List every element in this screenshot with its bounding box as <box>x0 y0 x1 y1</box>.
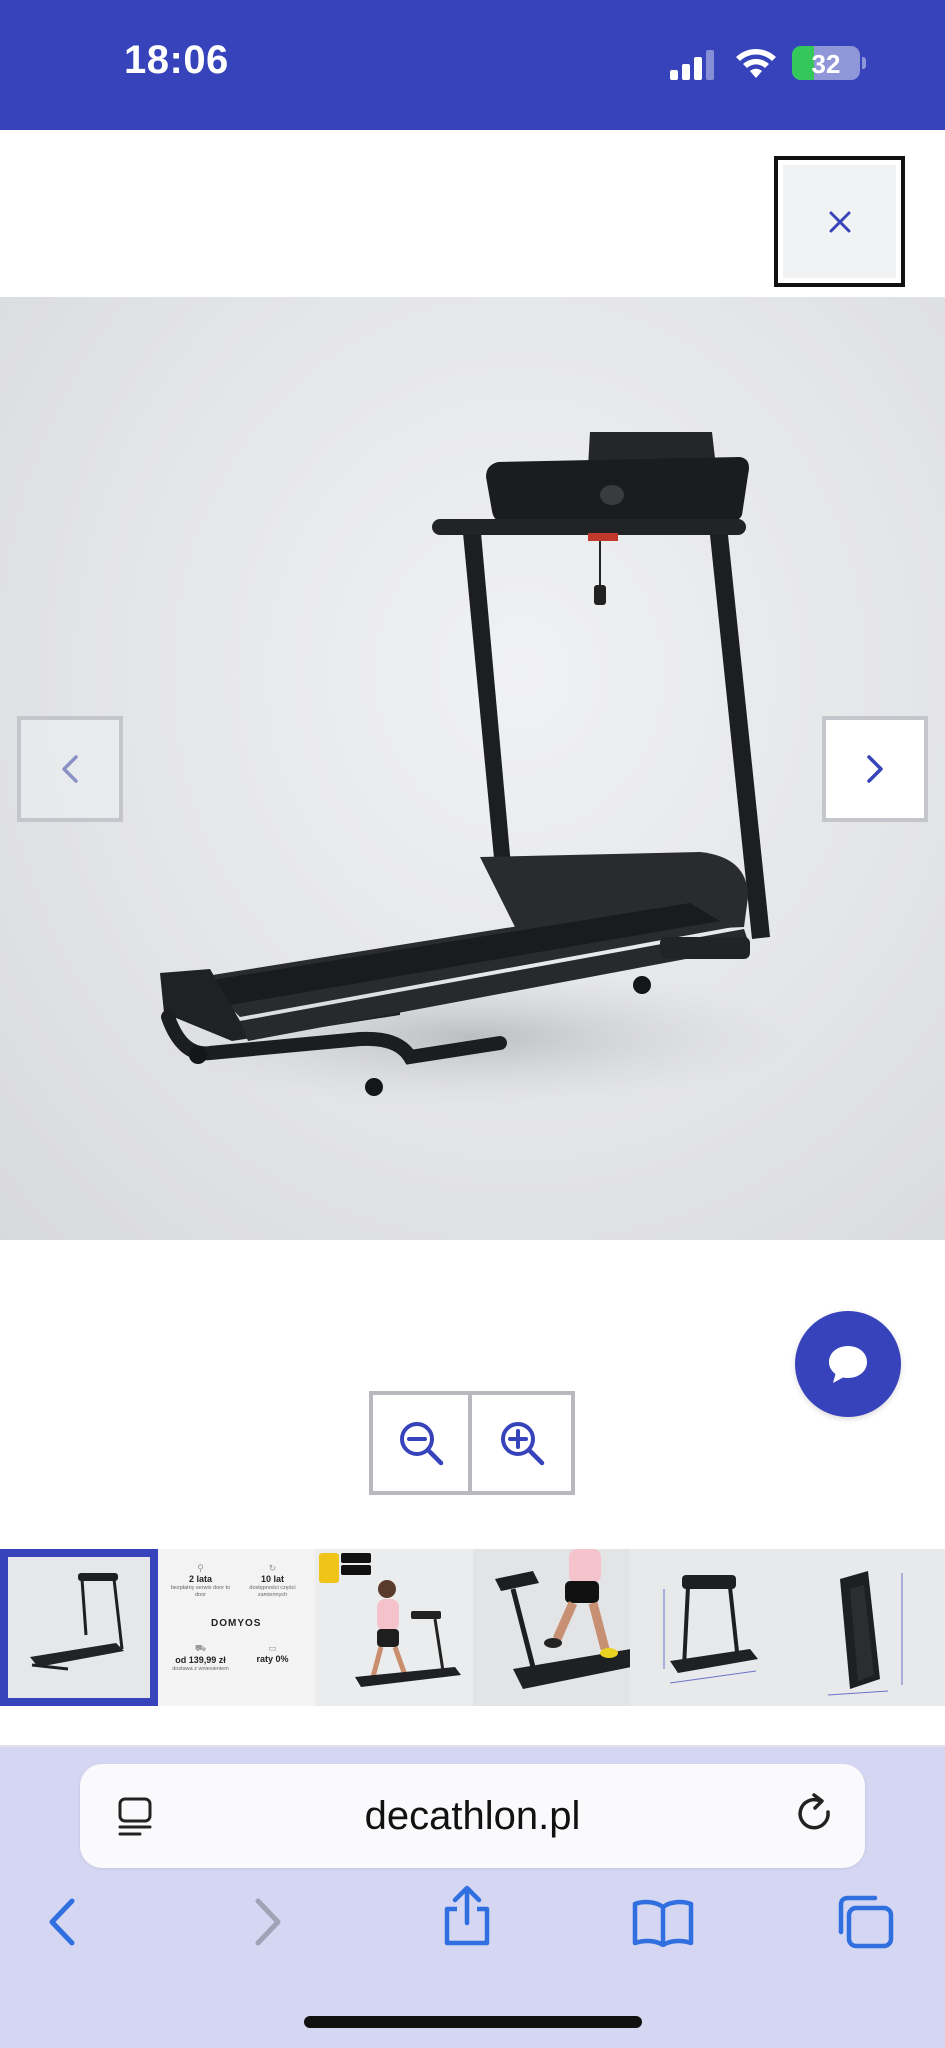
info-cell-big: raty 0% <box>256 1654 289 1664</box>
info-cell-small: dostępności części zamiennych <box>249 1585 296 1598</box>
next-image-button[interactable] <box>822 716 928 822</box>
card-icon: ▭ <box>268 1643 277 1653</box>
woman-walking-thumbnail-image <box>315 1549 473 1706</box>
info-cell-small: dostawa z wniesieniem <box>172 1666 229 1672</box>
close-button-surface <box>783 165 896 278</box>
info-cell-big: od 139,99 zł <box>175 1655 226 1665</box>
url-text: decathlon.pl <box>364 1794 581 1838</box>
share-icon <box>444 1885 490 1946</box>
battery-icon: 32 <box>792 46 860 80</box>
battery-level: 32 <box>811 49 841 79</box>
tabs-icon <box>838 1895 894 1949</box>
forward-icon <box>255 1898 281 1946</box>
product-gallery-page: 18:06 32 ⚲ 2 lata bezpłatny serwis door … <box>0 0 945 2048</box>
back-icon <box>49 1898 75 1946</box>
thumbnail-6[interactable] <box>787 1549 945 1706</box>
info-cell-big: 2 lata <box>188 1574 212 1584</box>
chevron-right-icon <box>867 755 883 783</box>
status-bar: 18:06 32 <box>0 0 945 130</box>
zoom-out-icon <box>399 1422 443 1466</box>
product-image[interactable] <box>0 297 945 1240</box>
thumbnail-3[interactable] <box>315 1549 473 1706</box>
cellular-signal-icon <box>670 50 714 80</box>
zoom-in-button[interactable] <box>472 1395 571 1491</box>
back-button[interactable] <box>28 1892 98 1952</box>
thumbnail-1[interactable] <box>0 1549 158 1706</box>
runner-thumbnail-image <box>472 1549 630 1706</box>
info-cell-service: ⚲ 2 lata bezpłatny serwis door to door <box>166 1563 236 1598</box>
thumbnail-2[interactable]: ⚲ 2 lata bezpłatny serwis door to door ↻… <box>157 1549 315 1706</box>
wifi-icon <box>736 49 776 78</box>
refresh-icon: ↻ <box>268 1563 277 1573</box>
close-icon <box>829 211 850 232</box>
info-cell-installments: ▭ raty 0% <box>238 1643 308 1665</box>
dimensions-thumbnail-image <box>630 1549 788 1706</box>
zoom-out-button[interactable] <box>373 1395 472 1491</box>
zoom-in-icon <box>500 1422 544 1466</box>
bookmarks-button[interactable] <box>628 1892 698 1952</box>
folded-dimensions-thumbnail-image <box>787 1549 945 1706</box>
wrench-icon: ⚲ <box>197 1563 204 1573</box>
thumbnail-strip: ⚲ 2 lata bezpłatny serwis door to door ↻… <box>0 1549 945 1706</box>
previous-image-button[interactable] <box>17 716 123 822</box>
battery-cap <box>862 57 866 69</box>
home-indicator <box>304 2016 642 2028</box>
thumbnail-4[interactable] <box>472 1549 630 1706</box>
close-button[interactable] <box>774 156 905 287</box>
chat-bubble-icon <box>829 1346 867 1383</box>
chevron-left-icon <box>62 755 78 783</box>
brand-name: DOMYOS <box>211 1618 262 1629</box>
zoom-controls <box>369 1391 575 1495</box>
truck-icon: ⛟ <box>194 1643 207 1653</box>
reload-icon[interactable] <box>794 1792 838 1840</box>
treadmill-thumbnail-image <box>8 1557 150 1698</box>
address-bar[interactable]: decathlon.pl <box>80 1764 865 1868</box>
share-button[interactable] <box>432 1885 502 1946</box>
chat-button[interactable] <box>795 1311 901 1417</box>
thumbnail-5[interactable] <box>630 1549 788 1706</box>
forward-button[interactable] <box>232 1892 302 1952</box>
info-cell-parts: ↻ 10 lat dostępności części zamiennych <box>238 1563 308 1598</box>
bookmarks-icon <box>632 1899 694 1947</box>
info-cell-delivery: ⛟ od 139,99 zł dostawa z wniesieniem <box>166 1643 236 1673</box>
treadmill-illustration <box>140 432 800 1107</box>
info-cell-big: 10 lat <box>260 1574 284 1584</box>
info-cell-small: bezpłatny serwis door to door <box>170 1585 231 1598</box>
tabs-button[interactable] <box>830 1892 900 1952</box>
status-time: 18:06 <box>124 38 229 82</box>
